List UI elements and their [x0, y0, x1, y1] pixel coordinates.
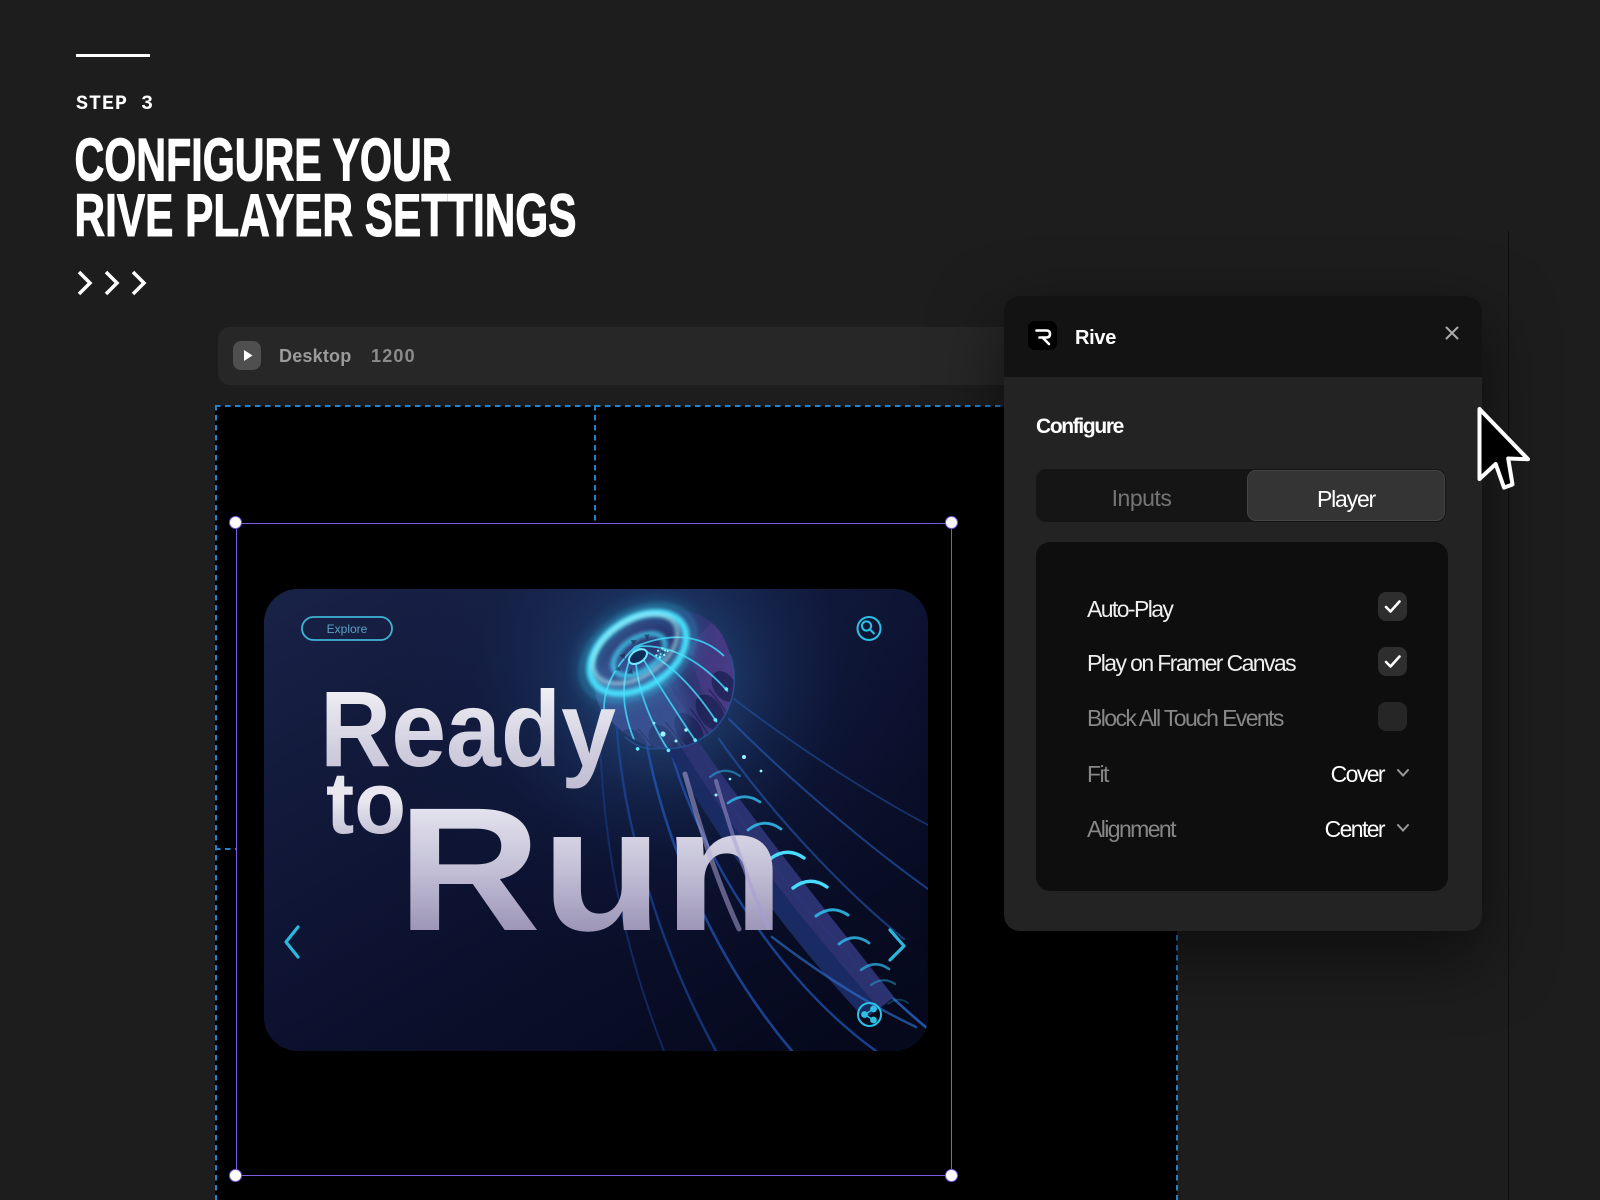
svg-text:RIVE PLAYER SETTINGS: RIVE PLAYER SETTINGS	[75, 182, 577, 249]
